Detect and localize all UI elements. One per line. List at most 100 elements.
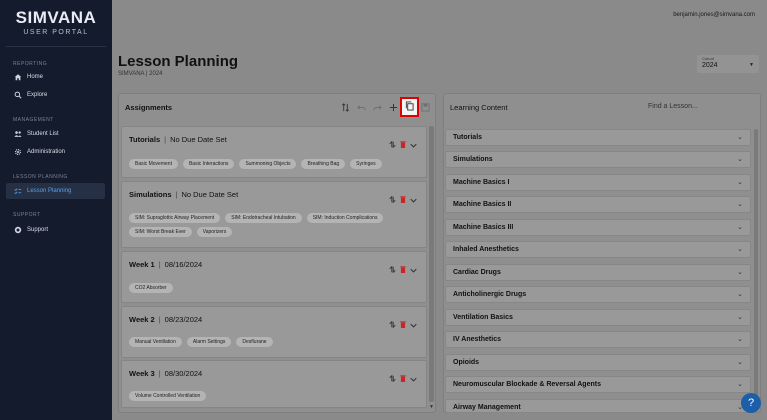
category-label: Airway Management	[453, 404, 521, 411]
category-label: Opioids	[453, 359, 480, 366]
assignment-due: 08/16/2024	[164, 260, 203, 269]
chevron-down-icon: ⌄	[737, 246, 743, 253]
lesson-chip[interactable]: Summoning Objects	[239, 159, 297, 169]
chevron-down-icon: ⌄	[737, 359, 743, 366]
sidebar-item-lesson-planning[interactable]: Lesson Planning	[6, 183, 105, 199]
delete-icon[interactable]	[400, 190, 406, 208]
category-label: Simulations	[453, 156, 493, 163]
content-category[interactable]: Neuromuscular Blockade & Reversal Agents…	[445, 376, 751, 393]
lesson-chip[interactable]: Syringes	[350, 159, 382, 169]
sort-icon[interactable]	[339, 101, 351, 113]
sidebar-item-label: Administration	[27, 149, 66, 155]
content-category[interactable]: Machine Basics I ⌄	[445, 174, 751, 191]
category-label: Tutorials	[453, 134, 483, 141]
chevron-down-icon[interactable]	[410, 190, 417, 208]
add-icon[interactable]	[387, 101, 399, 113]
assignment-card[interactable]: Simulations | No Due Date Set SIM: Supragl…	[121, 181, 427, 248]
assignment-actions	[389, 135, 417, 153]
lesson-chip[interactable]: Alarm Settings	[186, 337, 232, 347]
assignment-name: Week 3	[129, 369, 155, 378]
assignment-name: Tutorials	[129, 135, 161, 144]
chevron-down-icon[interactable]	[410, 315, 417, 333]
content-category[interactable]: Inhaled Anesthetics ⌄	[445, 241, 751, 258]
lesson-chip[interactable]: CO2 Absorber	[129, 283, 173, 293]
lesson-chip[interactable]: Breathing Bag	[301, 159, 346, 169]
lesson-chip[interactable]: Manual Ventilation	[129, 337, 182, 347]
content-category[interactable]: Anticholinergic Drugs ⌄	[445, 286, 751, 303]
chip-list: CO2 Absorber	[129, 283, 419, 293]
delete-icon[interactable]	[400, 135, 406, 153]
reorder-icon[interactable]	[389, 260, 396, 278]
lesson-chip[interactable]: SIM: Endotracheal Intubation	[225, 213, 302, 223]
content-category[interactable]: Simulations ⌄	[445, 151, 751, 168]
delete-icon[interactable]	[400, 315, 406, 333]
lesson-chip[interactable]: SIM: Worst Break Ever	[129, 227, 192, 237]
help-icon: ?	[747, 397, 755, 409]
assignment-card-header: Week 1 | 08/16/2024	[129, 260, 203, 269]
content-category[interactable]: Tutorials ⌄	[445, 129, 751, 146]
undo-icon[interactable]	[355, 101, 367, 113]
chevron-down-icon: ⌄	[737, 314, 743, 321]
assignments-scrollbar[interactable]	[429, 126, 434, 402]
sidebar-item-support[interactable]: Support	[6, 222, 105, 238]
cohort-select[interactable]: Cohort 2024 ▼	[697, 55, 759, 73]
content-category[interactable]: Cardiac Drugs ⌄	[445, 264, 751, 281]
delete-icon[interactable]	[400, 260, 406, 278]
lesson-chip[interactable]: Volume Controlled Ventilation	[129, 391, 207, 401]
assignments-title: Assignments	[125, 103, 173, 112]
redo-icon[interactable]	[371, 101, 383, 113]
support-icon	[14, 226, 22, 234]
category-label: IV Anesthetics	[453, 336, 501, 343]
reorder-icon[interactable]	[389, 315, 396, 333]
help-button[interactable]: ?	[741, 393, 761, 413]
sidebar-item-administration[interactable]: Administration	[6, 144, 105, 160]
scroll-down-icon[interactable]: ▼	[429, 404, 434, 410]
assignment-actions	[389, 315, 417, 333]
lesson-chip[interactable]: Desflurane	[236, 337, 273, 347]
content-category[interactable]: Machine Basics II ⌄	[445, 196, 751, 213]
sidebar-item-home[interactable]: Home	[6, 69, 105, 85]
lesson-chip[interactable]: Basic Interactions	[182, 159, 235, 169]
delete-icon[interactable]	[400, 369, 406, 387]
section-label-lesson-planning: LESSON PLANNING	[13, 174, 68, 180]
content-category[interactable]: Airway Management ⌄	[445, 399, 751, 413]
brand-subtitle: USER PORTAL	[23, 29, 89, 36]
assignment-card[interactable]: Week 1 | 08/16/2024 CO2 Absorber	[121, 251, 427, 303]
lesson-chip[interactable]: Vaporizers	[196, 227, 233, 237]
content-category[interactable]: Opioids ⌄	[445, 354, 751, 371]
category-label: Machine Basics II	[453, 201, 512, 208]
caret-down-icon: ▼	[749, 62, 754, 68]
assignment-card[interactable]: Week 3 | 08/30/2024 Volume Controlled Vent…	[121, 360, 427, 408]
sidebar-item-explore[interactable]: Explore	[6, 87, 105, 103]
chevron-down-icon[interactable]	[410, 369, 417, 387]
chevron-down-icon[interactable]	[410, 135, 417, 153]
copy-button[interactable]	[400, 97, 419, 117]
lesson-chip[interactable]: Basic Movement	[129, 159, 178, 169]
checklist-icon	[14, 187, 22, 195]
chevron-down-icon: ⌄	[737, 156, 743, 163]
content-category[interactable]: Machine Basics III ⌄	[445, 219, 751, 236]
assignment-card[interactable]: Tutorials | No Due Date Set Basic Movement…	[121, 126, 427, 178]
chevron-down-icon: ⌄	[737, 201, 743, 208]
lesson-chip[interactable]: SIM: Supraglottic Airway Placement	[129, 213, 221, 223]
divider	[6, 46, 106, 47]
lesson-chip[interactable]: SIM: Induction Complications	[306, 213, 384, 223]
reorder-icon[interactable]	[389, 369, 396, 387]
save-icon[interactable]	[419, 101, 431, 113]
assignment-due: No Due Date Set	[170, 135, 227, 144]
content-category[interactable]: IV Anesthetics ⌄	[445, 331, 751, 348]
content-category[interactable]: Ventilation Basics ⌄	[445, 309, 751, 326]
sidebar-item-student-list[interactable]: Student List	[6, 126, 105, 142]
assignment-card-header: Week 2 | 08/23/2024	[129, 315, 203, 324]
user-email[interactable]: benjamin.jones@simvana.com	[673, 12, 755, 18]
learning-scrollbar[interactable]	[754, 129, 758, 409]
learning-content-title: Learning Content	[450, 103, 508, 112]
reorder-icon[interactable]	[389, 135, 396, 153]
assignment-name: Week 2	[129, 315, 155, 324]
assignment-card[interactable]: Week 2 | 08/23/2024 Manual Ventilation Ala…	[121, 306, 427, 358]
sidebar-item-label: Explore	[27, 92, 48, 98]
chevron-down-icon[interactable]	[410, 260, 417, 278]
find-lesson-input[interactable]: Find a Lesson...	[648, 103, 698, 110]
chevron-down-icon: ⌄	[737, 291, 743, 298]
reorder-icon[interactable]	[389, 190, 396, 208]
